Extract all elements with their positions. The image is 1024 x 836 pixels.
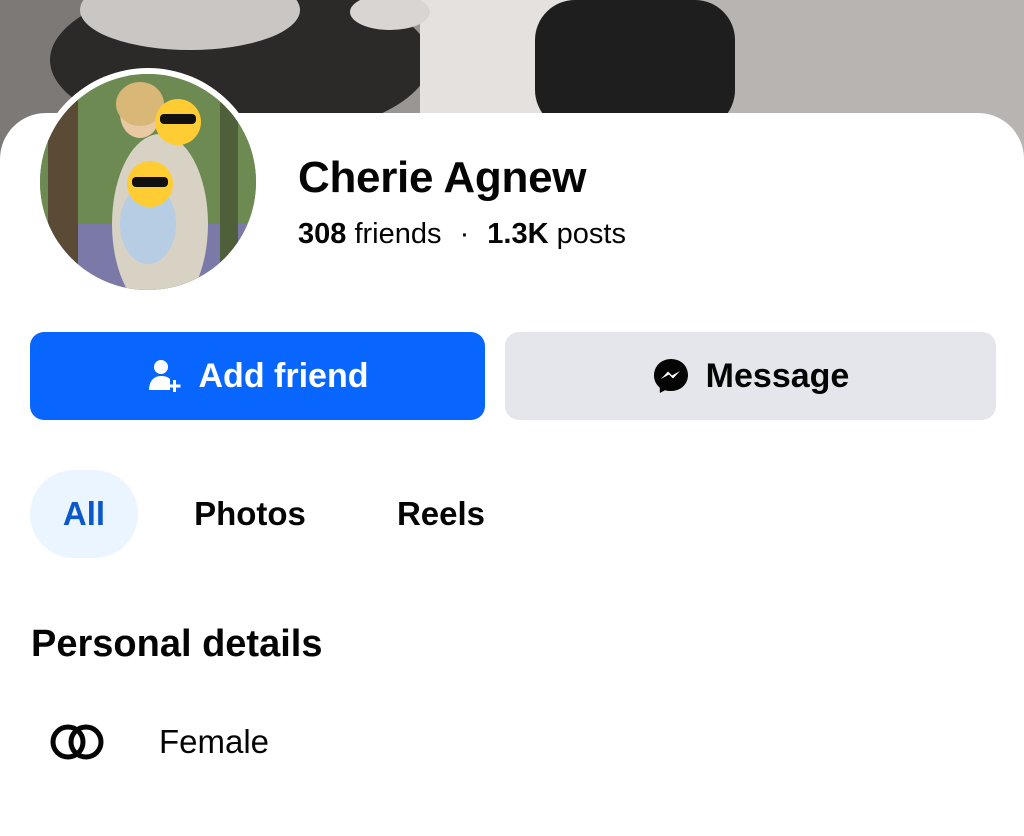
add-person-icon — [147, 358, 183, 394]
avatar-photo — [40, 74, 256, 290]
message-button[interactable]: Message — [505, 332, 996, 420]
profile-name: Cherie Agnew — [298, 153, 587, 202]
detail-row-gender: Female — [48, 712, 648, 772]
message-label: Message — [705, 356, 850, 395]
tab-photos[interactable]: Photos — [175, 470, 325, 558]
posts-label: posts — [556, 218, 626, 250]
personal-details-title: Personal details — [31, 623, 323, 665]
posts-count: 1.3K — [487, 218, 549, 250]
gender-rings-icon — [48, 722, 112, 767]
detail-text-gender: Female — [159, 723, 270, 760]
tab-all[interactable]: All — [30, 470, 138, 558]
profile-page: Cherie Agnew 308 friends · 1.3K posts Ad… — [0, 0, 1024, 836]
add-friend-label: Add friend — [198, 356, 369, 395]
profile-avatar[interactable] — [34, 68, 262, 296]
stats-separator: · — [459, 218, 470, 250]
friends-label[interactable]: friends — [354, 218, 441, 250]
profile-stats: 308 friends · 1.3K posts — [298, 214, 626, 254]
friends-count[interactable]: 308 — [298, 218, 346, 250]
add-friend-button[interactable]: Add friend — [30, 332, 485, 420]
tab-reels[interactable]: Reels — [378, 470, 504, 558]
messenger-icon — [652, 357, 690, 395]
